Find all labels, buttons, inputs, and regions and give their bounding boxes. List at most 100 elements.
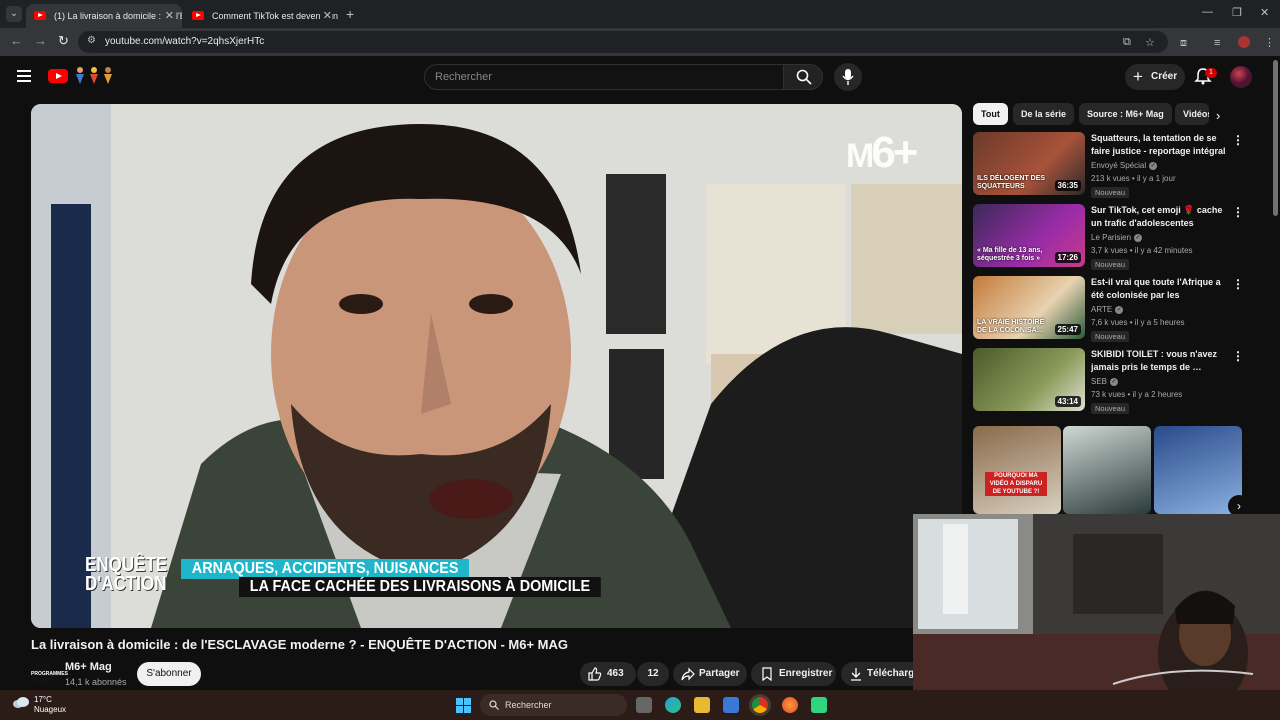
channel-name[interactable]: Le Parisien ✓ <box>1091 233 1143 242</box>
verified-check-icon: ✓ <box>1115 305 1124 314</box>
tab-search-button[interactable]: ⌄ <box>6 6 22 22</box>
caption-line-2: LA FACE CACHÉE DES LIVRAISONS À DOMICILE <box>239 577 601 597</box>
browser-menu-icon[interactable]: ⋮ <box>1264 36 1275 49</box>
windows-start-icon[interactable] <box>456 698 471 713</box>
shelf-video-thumbnail[interactable]: POURQUOI MA VIDÉO A DISPARU DE YOUTUBE ?… <box>973 426 1061 514</box>
more-actions-icon[interactable]: ⋮ <box>1232 277 1244 291</box>
youtube-logo-icon[interactable] <box>48 69 68 83</box>
taskbar-search[interactable]: Rechercher <box>480 694 627 716</box>
recommended-video[interactable]: ILS DÉLOGENT DES SQUATTEURS 36:35 Squatteu… <box>973 132 1253 198</box>
video-title[interactable]: Squatteurs, la tentation de se faire jus… <box>1091 132 1231 158</box>
search-button[interactable] <box>783 64 823 90</box>
minimize-icon[interactable]: — <box>1202 6 1213 18</box>
tab-youtube-video[interactable]: (1) La livraison à domicile : de l'ESCLA… <box>26 4 182 28</box>
show-logo: ENQUÊTE D'ACTION <box>85 554 168 595</box>
video-title[interactable]: Est-il vrai que toute l'Afrique a été co… <box>1091 276 1231 303</box>
thumbnail-text: LA VRAIE HISTOIRE DE LA COLONISA… <box>977 319 1045 334</box>
channel-name[interactable]: ARTE ✓ <box>1091 305 1124 314</box>
save-button[interactable]: Enregistrer <box>751 662 836 686</box>
bookmark-star-icon[interactable]: ☆ <box>1145 36 1155 49</box>
plus-icon: + <box>1133 67 1143 86</box>
comment-count: 12 <box>647 668 659 679</box>
voice-search-button[interactable] <box>834 63 862 91</box>
save-label: Enregistrer <box>779 668 833 679</box>
share-button[interactable]: Partager <box>673 662 747 686</box>
chip-source[interactable]: Source : M6+ Mag <box>1079 103 1172 125</box>
file-explorer-icon[interactable] <box>694 697 710 713</box>
store-icon[interactable] <box>723 697 739 713</box>
taskbar-search-label: Rechercher <box>505 700 552 710</box>
chips-next-icon[interactable]: › <box>1216 108 1220 123</box>
more-actions-icon[interactable]: ⋮ <box>1232 349 1244 363</box>
search-input[interactable] <box>435 65 765 89</box>
recommended-video[interactable]: « Ma fille de 13 ans, séquestrée 3 fois … <box>973 204 1253 270</box>
video-thumbnail[interactable]: ILS DÉLOGENT DES SQUATTEURS 36:35 <box>973 132 1085 195</box>
thumbnail-text: ILS DÉLOGENT DES SQUATTEURS <box>977 175 1046 190</box>
new-tab-button[interactable]: + <box>346 6 354 22</box>
channel-avatar[interactable]: PROGRAMMES <box>31 662 68 686</box>
video-meta: 73 k vues • il y a 2 heures <box>1091 390 1183 399</box>
shelf-video-thumbnail[interactable] <box>1063 426 1151 514</box>
video-duration: 25:47 <box>1054 324 1081 335</box>
channel-name[interactable]: Envoyé Spécial ✓ <box>1091 161 1158 170</box>
youtube-favicon-icon <box>34 11 46 20</box>
video-thumbnail[interactable]: « Ma fille de 13 ans, séquestrée 3 fois … <box>973 204 1085 267</box>
channel-name[interactable]: SEB ✓ <box>1091 377 1119 386</box>
site-info-icon[interactable]: ⚙ <box>87 35 96 46</box>
channel-watermark: M6+ <box>846 128 919 177</box>
bookmark-icon <box>762 667 772 681</box>
cast-icon[interactable]: ⧉ <box>1123 36 1131 49</box>
task-view-icon[interactable] <box>636 697 652 713</box>
chip-all[interactable]: Tout <box>973 103 1008 125</box>
guide-menu-icon[interactable] <box>17 70 31 82</box>
back-icon[interactable]: ← <box>10 33 23 48</box>
restore-icon[interactable]: ❐ <box>1232 6 1242 19</box>
profile-avatar-icon[interactable] <box>1238 36 1250 48</box>
tab-tiktok-video[interactable]: Comment TikTok est devenu un ✕ <box>184 4 340 28</box>
download-button[interactable]: Télécharger <box>841 662 913 686</box>
omnibox[interactable]: ⚙ youtube.com/watch?v=2qhsXjerHTc ⧉ ☆ <box>78 31 1168 53</box>
video-title[interactable]: Sur TikTok, cet emoji 🌹 cache un trafic … <box>1091 204 1231 230</box>
video-thumbnail[interactable]: 43:14 <box>973 348 1085 411</box>
video-player[interactable]: M6+ ENQUÊTE D'ACTION ARNAQUES, ACCIDENTS… <box>31 104 962 628</box>
chat-app-icon[interactable] <box>811 697 827 713</box>
chip-videos[interactable]: Vidéos <box>1175 103 1209 125</box>
page-scrollbar[interactable] <box>1273 60 1278 216</box>
create-label: Créer <box>1151 71 1178 82</box>
url-text[interactable]: youtube.com/watch?v=2qhsXjerHTc <box>105 31 264 53</box>
verified-check-icon: ✓ <box>1149 161 1158 170</box>
thumbnail-text: POURQUOI MA VIDÉO A DISPARU DE YOUTUBE ?… <box>985 472 1047 496</box>
holiday-doodle-icon[interactable] <box>72 66 116 86</box>
close-tab-icon[interactable]: ✕ <box>161 4 174 28</box>
chrome-icon[interactable] <box>752 697 768 713</box>
close-tab-icon[interactable]: ✕ <box>319 4 332 28</box>
close-window-icon[interactable]: ✕ <box>1260 6 1269 19</box>
video-thumbnail[interactable]: LA VRAIE HISTOIRE DE LA COLONISA… 25:47 <box>973 276 1085 339</box>
recommended-video[interactable]: LA VRAIE HISTOIRE DE LA COLONISA… 25:47 Es… <box>973 276 1253 342</box>
comments-button[interactable]: 12 <box>637 662 669 686</box>
recommended-video[interactable]: 43:14 SKIBIDI TOILET : vous n'avez jamais… <box>973 348 1253 414</box>
forward-icon[interactable]: → <box>34 33 47 48</box>
subscribe-button[interactable]: S'abonner <box>137 662 201 686</box>
video-duration: 36:35 <box>1054 180 1081 191</box>
browser-tab-bar: ⌄ (1) La livraison à domicile : de l'ESC… <box>0 0 1280 28</box>
firefox-icon[interactable] <box>782 697 798 713</box>
chip-series[interactable]: De la série <box>1013 103 1075 125</box>
more-actions-icon[interactable]: ⋮ <box>1232 133 1244 147</box>
more-actions-icon[interactable]: ⋮ <box>1232 205 1244 219</box>
windows-taskbar: 17°C Nuageux Rechercher <box>0 690 1280 720</box>
create-button[interactable]: + Créer <box>1125 64 1185 90</box>
cloud-weather-icon[interactable] <box>12 696 30 708</box>
edge-browser-icon[interactable] <box>665 697 681 713</box>
channel-name[interactable]: M6+ Mag <box>65 661 112 673</box>
subscriber-count: 14,1 k abonnés <box>65 677 127 687</box>
reload-icon[interactable]: ↻ <box>58 33 69 49</box>
video-title[interactable]: SKIBIDI TOILET : vous n'avez jamais pris… <box>1091 348 1231 374</box>
extensions-icon[interactable]: ⧈ <box>1180 37 1187 50</box>
account-avatar[interactable] <box>1230 66 1252 88</box>
thumbnail-text: « Ma fille de 13 ans, séquestrée 3 fois … <box>977 247 1043 262</box>
search-icon <box>489 700 499 710</box>
like-button[interactable]: 463 <box>580 662 636 686</box>
reading-list-icon[interactable]: ≡ <box>1214 37 1220 49</box>
weather-widget[interactable]: 17°C Nuageux <box>34 695 66 715</box>
